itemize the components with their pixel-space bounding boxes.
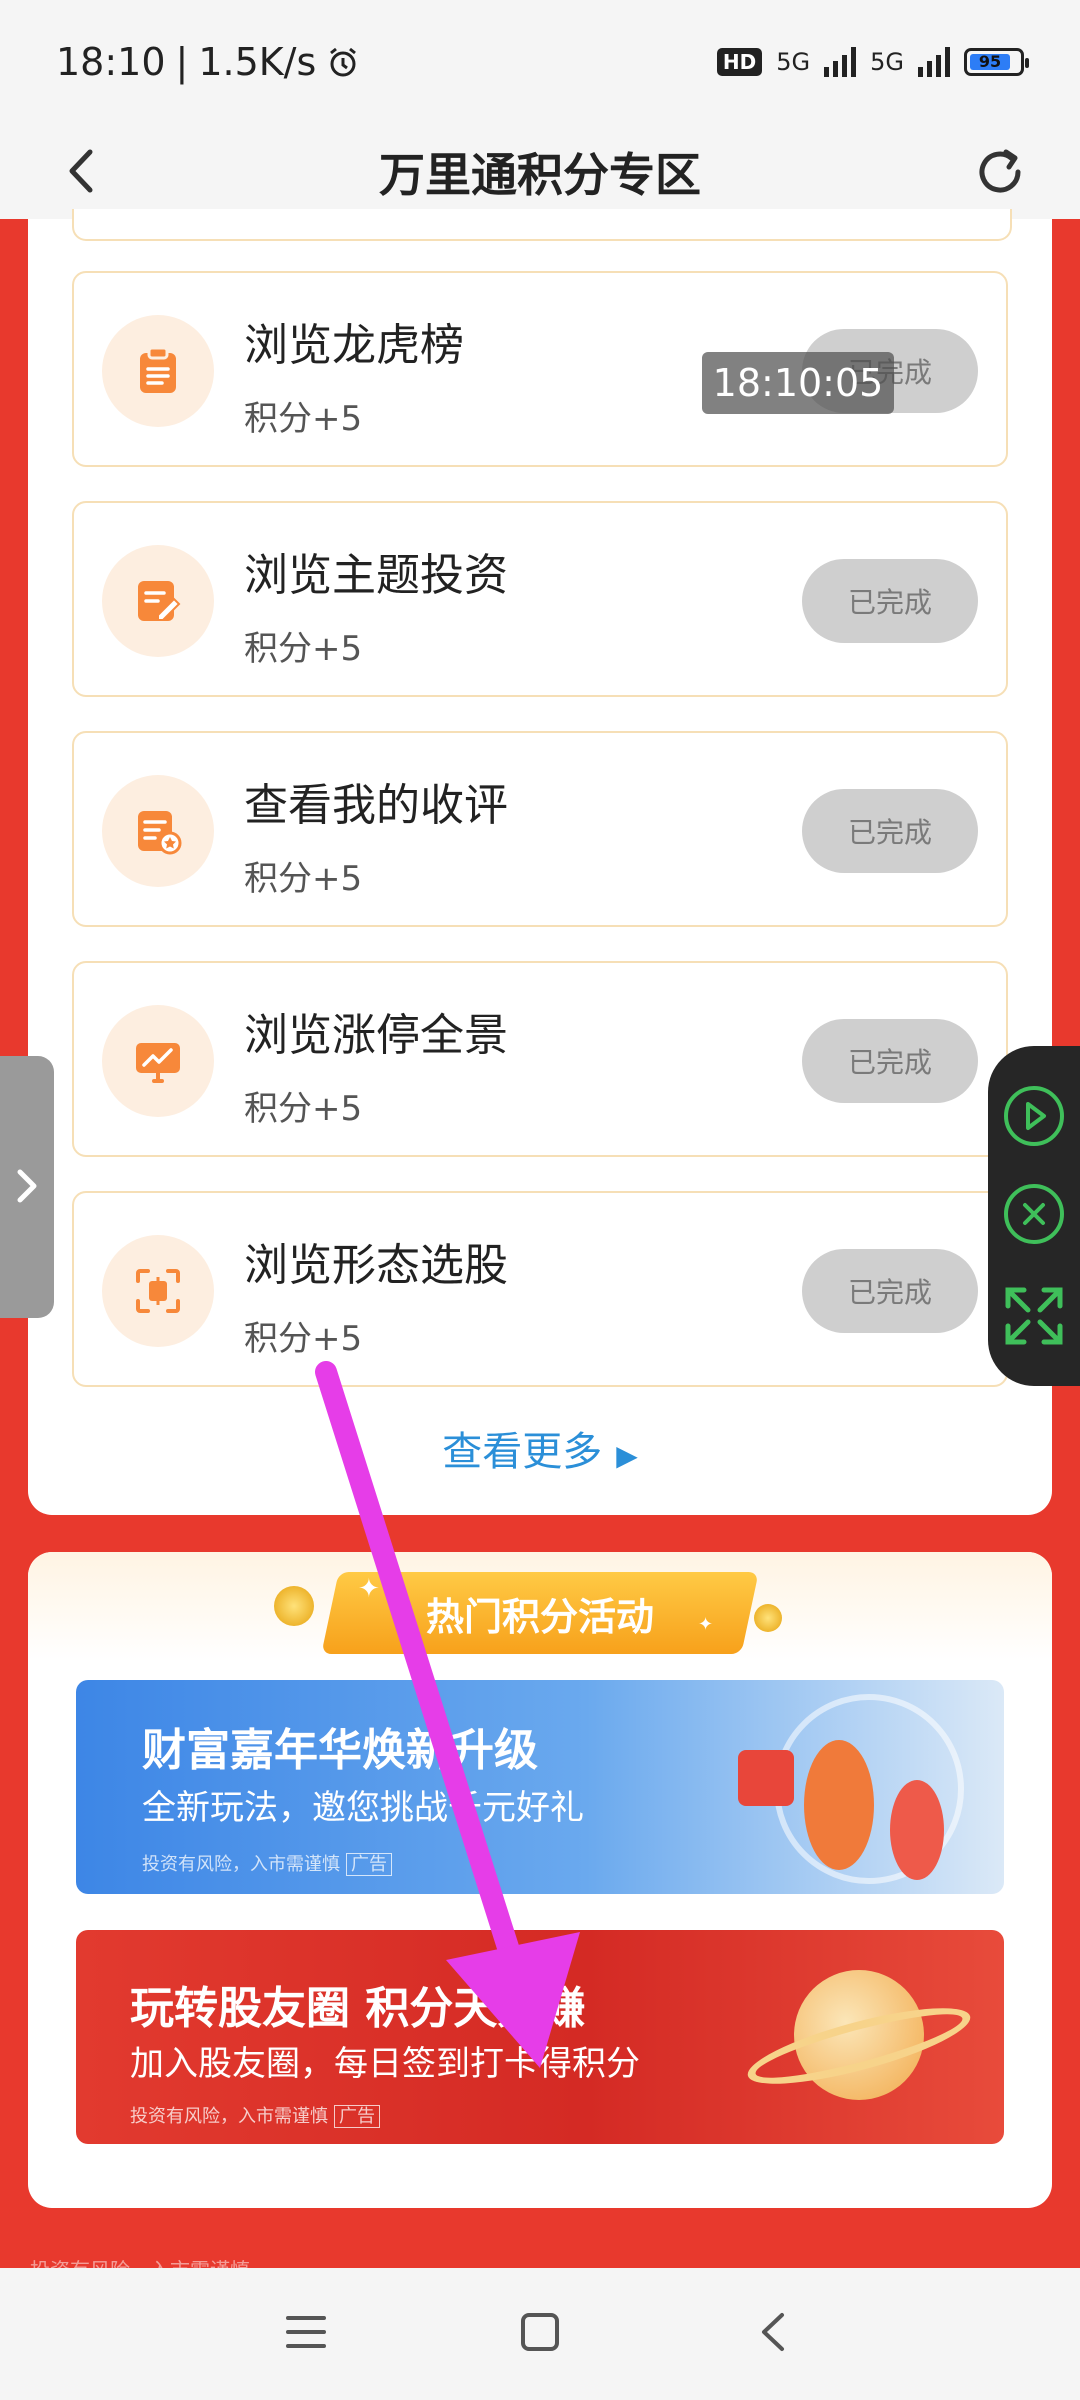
- task-name: 浏览涨停全景: [244, 1010, 508, 1061]
- status-bar: 18:10 | 1.5K/s HD 5G 5G 95: [0, 0, 1080, 124]
- play-triangle-icon: ▶: [616, 1439, 638, 1472]
- status-divider: |: [175, 40, 189, 84]
- floating-control-panel: [988, 1046, 1080, 1386]
- signal-label-2: 5G: [870, 48, 904, 76]
- banner-disclaimer: 投资有风险，入市需谨慎 广告: [142, 1850, 392, 1876]
- status-time: 18:10: [56, 40, 166, 84]
- see-more-label: 查看更多: [442, 1429, 603, 1475]
- signal-bars-icon: [824, 47, 857, 77]
- hd-badge: HD: [716, 48, 763, 76]
- banner-title: 财富嘉年华焕新升级: [142, 1725, 538, 1776]
- coin-icon-small: [754, 1604, 782, 1632]
- task-done-button[interactable]: 已完成: [802, 789, 978, 873]
- ad-tag: 广告: [346, 1853, 392, 1876]
- disclaimer-text: 投资有风险，入市需谨慎: [130, 2106, 328, 2127]
- task-points: 积分+5: [244, 629, 363, 669]
- focus-frame-icon: [136, 1269, 180, 1313]
- nav-back-icon[interactable]: [754, 2312, 794, 2352]
- banner-disclaimer: 投资有风险，入市需谨慎 广告: [130, 2102, 380, 2128]
- signal-label-1: 5G: [776, 48, 811, 76]
- play-icon[interactable]: [1002, 1084, 1066, 1148]
- banner-title: 玩转股友圈 积分天天赚: [130, 1983, 586, 2034]
- task-name: 查看我的收评: [244, 780, 508, 831]
- task-points: 积分+5: [244, 1319, 363, 1359]
- task-name: 浏览形态选股: [244, 1240, 508, 1291]
- chart-monitor-icon: [136, 1043, 180, 1083]
- status-left: 18:10 | 1.5K/s: [56, 40, 360, 84]
- banner-carnival[interactable]: 财富嘉年华焕新升级 全新玩法，邀您挑战千元好礼 投资有风险，入市需谨慎 广告: [76, 1680, 1004, 1894]
- task-name: 浏览主题投资: [244, 550, 508, 601]
- refresh-icon[interactable]: [972, 144, 1028, 200]
- page-title: 万里通积分专区: [379, 147, 701, 202]
- menu-icon[interactable]: [286, 2312, 326, 2352]
- close-icon[interactable]: [1002, 1182, 1066, 1246]
- disclaimer-text: 投资有风险，入市需谨慎: [142, 1854, 340, 1875]
- coin-icon: [274, 1586, 314, 1626]
- home-square-icon[interactable]: [520, 2312, 560, 2352]
- banner-subtitle: 全新玩法，邀您挑战千元好礼: [142, 1788, 584, 1828]
- task-done-button[interactable]: 已完成: [802, 1019, 978, 1103]
- task-done-button[interactable]: 已完成: [802, 1249, 978, 1333]
- task-points: 积分+5: [244, 1089, 363, 1129]
- task-done-button[interactable]: 已完成: [802, 559, 978, 643]
- gift-icon: [738, 1750, 794, 1806]
- banner-subtitle: 加入股友圈，每日签到打卡得积分: [130, 2044, 640, 2084]
- task-icon-wrap: [102, 1005, 214, 1117]
- timestamp-overlay: 18:10:05: [702, 352, 894, 414]
- task-name: 浏览龙虎榜: [244, 320, 464, 371]
- status-net-speed: 1.5K/s: [198, 40, 317, 84]
- activities-title: 热门积分活动: [425, 1595, 654, 1639]
- activities-header: ✦ ✦ 热门积分活动: [28, 1552, 1052, 1662]
- task-item: 浏览涨停全景 积分+5 已完成: [72, 961, 1008, 1157]
- see-more-link[interactable]: 查看更多 ▶: [28, 1419, 1052, 1477]
- task-icon-wrap: [102, 775, 214, 887]
- task-item: 查看我的收评 积分+5 已完成: [72, 731, 1008, 927]
- task-icon-wrap: [102, 315, 214, 427]
- clipboard-icon: [140, 346, 176, 393]
- side-drawer-tab[interactable]: [0, 1056, 54, 1318]
- banner-stock-circle[interactable]: 玩转股友圈 积分天天赚 加入股友圈，每日签到打卡得积分 投资有风险，入市需谨慎广…: [76, 1930, 1004, 2144]
- back-icon[interactable]: [58, 146, 108, 196]
- signal-bars-icon-2: [918, 47, 950, 77]
- expand-icon[interactable]: [1002, 1284, 1066, 1348]
- review-doc-icon: [138, 811, 182, 855]
- task-points: 积分+5: [244, 399, 363, 439]
- task-item: 浏览形态选股 积分+5 已完成: [72, 1191, 1008, 1387]
- system-nav-bar: [0, 2268, 1080, 2400]
- task-item: 浏览主题投资 积分+5 已完成: [72, 501, 1008, 697]
- battery-level: 95: [970, 54, 1010, 70]
- battery-icon: 95: [964, 48, 1029, 76]
- task-item-partial: [72, 209, 1012, 241]
- task-icon-wrap: [102, 545, 214, 657]
- ad-tag: 广告: [334, 2105, 380, 2128]
- character-icon: [804, 1740, 874, 1870]
- alarm-icon: [330, 47, 357, 77]
- hot-activities-card: ✦ ✦ 热门积分活动 财富嘉年华焕新升级 全新玩法，邀您挑战千元好礼 投资有风险…: [28, 1552, 1052, 2208]
- status-right: HD 5G 5G 95: [716, 47, 1029, 77]
- task-icon-wrap: [102, 1235, 214, 1347]
- edit-doc-icon: [138, 581, 181, 621]
- task-points: 积分+5: [244, 859, 363, 899]
- chevron-right-icon: [17, 1169, 37, 1203]
- task-list-card: 浏览龙虎榜 积分+5 已完成 浏览主题投资 积分+5 已完成 查看我的收评 积分…: [28, 209, 1052, 1515]
- page-header: 万里通积分专区: [0, 124, 1080, 219]
- character-icon-2: [890, 1780, 944, 1880]
